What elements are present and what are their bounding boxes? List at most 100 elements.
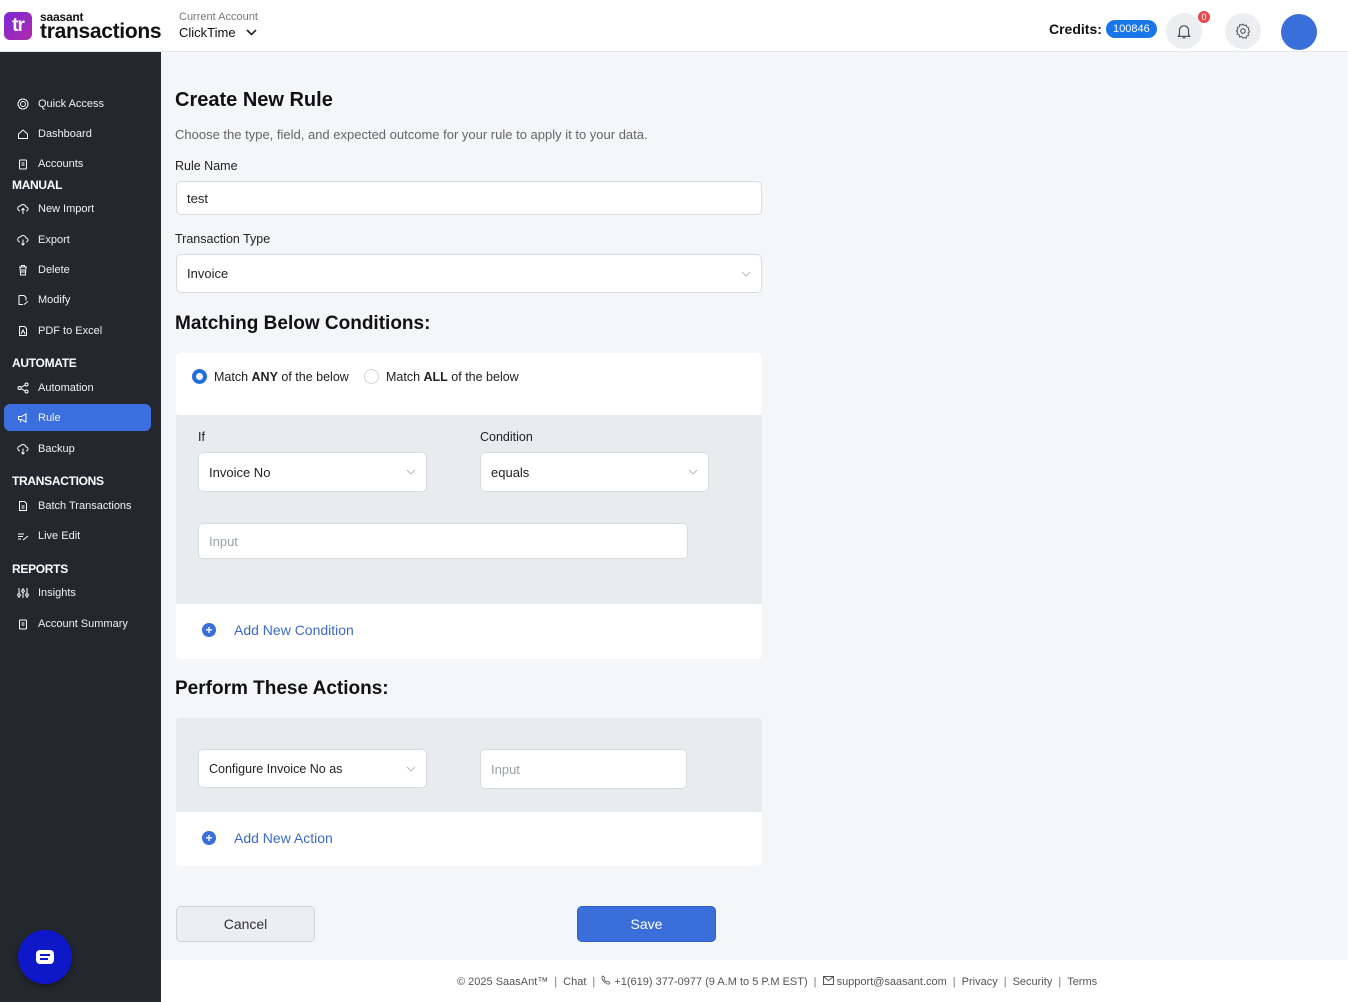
radio-selected[interactable] <box>192 369 207 384</box>
separator: | <box>1058 975 1062 988</box>
match-any-suffix: of the below <box>277 369 349 384</box>
save-button[interactable]: Save <box>577 906 716 942</box>
condition-label: Condition <box>480 430 533 444</box>
sidebar-item-label: Rule <box>38 411 61 424</box>
mail-icon <box>822 975 834 985</box>
sidebar-item-account-summary[interactable]: Account Summary <box>4 611 151 637</box>
add-condition-button[interactable]: + Add New Condition <box>202 622 354 638</box>
sidebar-item-batch-transactions[interactable]: Batch Transactions <box>4 493 151 519</box>
brand-name: transactions <box>40 20 162 43</box>
chevron-down-icon <box>741 271 751 277</box>
sidebar-item-label: Live Edit <box>38 530 81 542</box>
match-all-label: Match ALL of the below <box>386 370 519 384</box>
clipboard-icon <box>19 619 27 630</box>
action-value-input[interactable]: Input <box>480 749 687 789</box>
sidebar-item-label: PDF to Excel <box>38 325 103 337</box>
sidebar-item-label: Export <box>38 234 70 246</box>
sidebar-item-label: Dashboard <box>38 128 92 140</box>
chevron-down-icon <box>688 469 698 475</box>
phone-contact[interactable]: +1(619) 377-0977 (9 A.M to 5 P.M EST) <box>601 975 808 988</box>
actions-heading: Perform These Actions: <box>175 678 389 699</box>
sidebar-item-label: Account Summary <box>38 618 128 630</box>
app-logo[interactable]: tr <box>4 12 32 40</box>
match-all-radio[interactable]: Match ALL of the below <box>364 369 519 384</box>
chat-widget-button[interactable] <box>18 930 72 984</box>
footer-links: © 2025 SaasAnt™ | Chat | +1(619) 377-097… <box>457 975 1097 988</box>
condition-row-card <box>176 415 762 604</box>
chevron-down-icon <box>406 766 416 772</box>
match-any-radio[interactable]: Match ANY of the below <box>192 369 349 384</box>
transaction-type-label: Transaction Type <box>175 232 271 246</box>
share-nodes-icon <box>17 382 29 394</box>
pencil-lines-icon <box>18 533 29 541</box>
condition-select[interactable]: equals <box>480 452 709 492</box>
rule-name-input[interactable]: test <box>176 181 762 215</box>
sidebar-item-modify[interactable]: Modify <box>4 287 151 313</box>
sidebar-item-backup[interactable]: Backup <box>4 436 151 462</box>
sidebar-item-dashboard[interactable]: Dashboard <box>4 121 151 147</box>
sidebar-item-delete[interactable]: Delete <box>4 257 151 283</box>
sidebar-item-label: Quick Access <box>38 98 105 110</box>
match-mode-card <box>176 353 762 415</box>
notifications-button[interactable] <box>1166 13 1202 49</box>
user-avatar[interactable] <box>1281 14 1317 50</box>
chat-link[interactable]: Chat <box>563 976 586 988</box>
privacy-link[interactable]: Privacy <box>962 976 998 988</box>
sidebar-item-automation[interactable]: Automation <box>4 375 151 401</box>
sidebar-item-new-import[interactable]: New Import <box>4 196 151 222</box>
credits-label: Credits: <box>1049 21 1102 37</box>
separator: | <box>952 975 956 988</box>
email-contact[interactable]: support@saasant.com <box>822 975 947 988</box>
security-link[interactable]: Security <box>1013 976 1053 988</box>
top-header: tr saasant transactions Current Account … <box>0 0 1348 52</box>
sidebar-item-rule[interactable]: Rule <box>4 404 151 431</box>
action-field-value: Configure Invoice No as <box>209 761 343 776</box>
sidebar-item-quick-access[interactable]: Quick Access <box>4 91 151 117</box>
notification-count-badge: 0 <box>1198 11 1210 23</box>
megaphone-icon <box>18 412 27 423</box>
sidebar-item-label: Delete <box>38 264 70 276</box>
pdf-icon <box>19 326 27 336</box>
if-field-select[interactable]: Invoice No <box>198 452 427 492</box>
cloud-upload-icon <box>17 204 29 214</box>
match-all-prefix: Match <box>386 369 424 384</box>
sidebar-item-export[interactable]: Export <box>4 227 151 253</box>
sidebar-section-reports: REPORTS <box>12 562 68 576</box>
page-subtitle: Choose the type, field, and expected out… <box>175 127 648 142</box>
plus-circle-icon: + <box>202 831 216 845</box>
terms-link[interactable]: Terms <box>1067 976 1097 988</box>
page-title: Create New Rule <box>175 89 333 111</box>
transaction-type-select[interactable]: Invoice <box>176 254 762 293</box>
separator: | <box>554 975 558 988</box>
add-action-button[interactable]: + Add New Action <box>202 830 333 846</box>
phone-icon <box>601 975 611 985</box>
chat-icon <box>36 950 54 964</box>
match-all-suffix: of the below <box>447 369 519 384</box>
if-field-value: Invoice No <box>209 464 271 480</box>
account-name: ClickTime <box>179 25 236 40</box>
transaction-type-value: Invoice <box>187 266 229 281</box>
footer: © 2025 SaasAnt™ | Chat | +1(619) 377-097… <box>161 960 1348 1002</box>
clipboard-icon <box>19 159 27 170</box>
radio-unselected[interactable] <box>364 369 379 384</box>
match-any-bold: ANY <box>251 369 278 384</box>
sidebar: Quick Access Dashboard Accounts MANUAL N… <box>0 52 161 1002</box>
condition-value-input[interactable]: Input <box>198 523 688 559</box>
action-field-select[interactable]: Configure Invoice No as <box>198 749 427 788</box>
sidebar-item-label: Automation <box>38 382 94 394</box>
sidebar-item-accounts[interactable]: Accounts <box>4 151 151 177</box>
sidebar-item-insights[interactable]: Insights <box>4 580 151 606</box>
sidebar-item-live-edit[interactable]: Live Edit <box>4 523 151 549</box>
settings-button[interactable] <box>1225 13 1261 49</box>
account-selector[interactable]: ClickTime <box>179 25 257 40</box>
copyright: © 2025 SaasAnt™ <box>457 975 549 988</box>
condition-value: equals <box>491 464 530 480</box>
phone-number: +1(619) 377-0977 (9 A.M to 5 P.M EST) <box>614 976 808 988</box>
match-any-prefix: Match <box>214 369 252 384</box>
separator: | <box>1003 975 1007 988</box>
conditions-heading: Matching Below Conditions: <box>175 313 431 334</box>
chevron-down-icon <box>246 29 257 36</box>
sidebar-item-pdf-to-excel[interactable]: PDF to Excel <box>4 318 151 344</box>
chevron-down-icon <box>406 469 416 475</box>
cancel-button[interactable]: Cancel <box>176 906 315 942</box>
